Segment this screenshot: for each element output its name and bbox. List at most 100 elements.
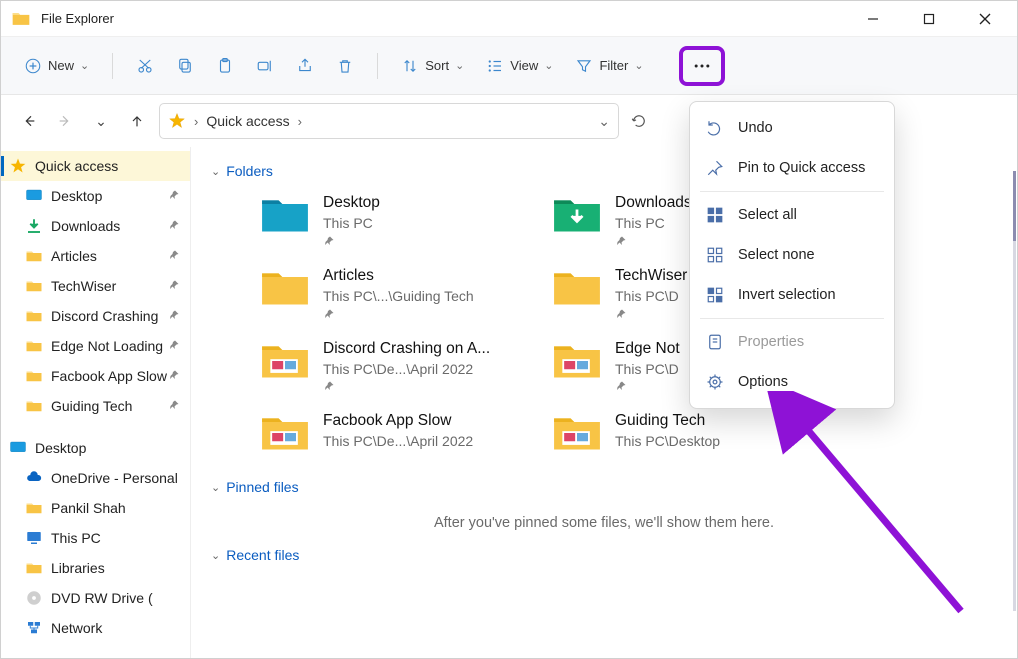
pin-icon [615, 308, 687, 323]
new-button[interactable]: New ⌄ [15, 47, 98, 85]
sidebar-item[interactable]: Facbook App Slow [1, 361, 190, 391]
chevron-down-icon: ⌄ [211, 549, 220, 562]
folder-item[interactable]: Discord Crashing on A...This PC\De...\Ap… [259, 339, 519, 396]
rename-icon [256, 57, 274, 75]
sidebar-item-label: Discord Crashing [51, 308, 158, 324]
sidebar-item-label: This PC [51, 530, 101, 546]
pinned-section-header[interactable]: ⌄ Pinned files [211, 479, 997, 495]
sidebar-item[interactable]: TechWiser [1, 271, 190, 301]
clipboard-icon [216, 57, 234, 75]
back-button[interactable] [15, 107, 43, 135]
filter-button[interactable]: Filter⌄ [566, 47, 652, 85]
sort-button[interactable]: Sort⌄ [392, 47, 473, 85]
sidebar-item[interactable]: DVD RW Drive ( [1, 583, 190, 613]
sidebar-item[interactable]: This PC [1, 523, 190, 553]
sidebar-item-label: Desktop [51, 188, 102, 204]
menu-item-label: Invert selection [738, 287, 836, 303]
sidebar-item-label: Guiding Tech [51, 398, 132, 414]
pin-icon [323, 380, 490, 395]
up-button[interactable] [123, 107, 151, 135]
folder-name: Desktop [323, 193, 380, 214]
maximize-button[interactable] [901, 1, 957, 37]
sidebar-item[interactable]: Discord Crashing [1, 301, 190, 331]
folder-path: This PC [323, 214, 380, 233]
menu-item-invert[interactable]: Invert selection [696, 275, 888, 315]
sidebar-item[interactable]: Pankil Shah [1, 493, 190, 523]
paste-button[interactable] [207, 47, 243, 85]
folder-item[interactable]: Facbook App SlowThis PC\De...\April 2022 [259, 411, 519, 455]
sidebar-item-label: Edge Not Loading [51, 338, 163, 354]
address-bar[interactable]: › Quick access › ⌄ [159, 103, 619, 139]
refresh-button[interactable] [625, 107, 653, 135]
menu-item-label: Options [738, 374, 788, 390]
sidebar-item-label: Downloads [51, 218, 120, 234]
pin-icon [706, 159, 724, 177]
menu-item-pin[interactable]: Pin to Quick access [696, 148, 888, 188]
sidebar-item[interactable]: Edge Not Loading [1, 331, 190, 361]
chevron-down-icon: ⌄ [211, 165, 220, 178]
folder-item[interactable]: ArticlesThis PC\...\Guiding Tech [259, 266, 519, 323]
close-button[interactable] [957, 1, 1013, 37]
menu-item-undo[interactable]: Undo [696, 108, 888, 148]
sidebar-item[interactable]: Desktop [1, 433, 190, 463]
sidebar-item-label: Network [51, 620, 102, 636]
menu-item-selectall[interactable]: Select all [696, 195, 888, 235]
pin-icon [168, 248, 180, 264]
sidebar-item[interactable]: OneDrive - Personal [1, 463, 190, 493]
folder-path: This PC\D [615, 287, 687, 306]
more-menu: Undo Pin to Quick access Select all Select … [689, 101, 895, 409]
menu-item-label: Undo [738, 120, 773, 136]
folder-name: Articles [323, 266, 474, 287]
folder-path: This PC\D [615, 360, 680, 379]
folder-name: Guiding Tech [615, 411, 720, 432]
folder-name: Edge Not [615, 339, 680, 360]
scrollbar[interactable] [1013, 171, 1016, 611]
sidebar-item[interactable]: Guiding Tech [1, 391, 190, 421]
menu-item-options[interactable]: Options [696, 362, 888, 402]
share-button[interactable] [287, 47, 323, 85]
pin-icon [168, 218, 180, 234]
address-segment[interactable]: Quick access [206, 113, 289, 129]
recent-section-header[interactable]: ⌄ Recent files [211, 547, 997, 563]
folder-name: Discord Crashing on A... [323, 339, 490, 360]
folder-item[interactable]: Guiding TechThis PC\Desktop [551, 411, 811, 455]
pin-icon [168, 368, 180, 384]
view-button[interactable]: View⌄ [477, 47, 562, 85]
sort-icon [401, 57, 419, 75]
trash-icon [336, 57, 354, 75]
pin-icon [615, 235, 692, 250]
copy-button[interactable] [167, 47, 203, 85]
more-button[interactable] [679, 46, 725, 86]
scissors-icon [136, 57, 154, 75]
folder-name: Facbook App Slow [323, 411, 473, 432]
share-icon [296, 57, 314, 75]
chevron-down-icon[interactable]: ⌄ [598, 113, 610, 130]
menu-item-selectnone[interactable]: Select none [696, 235, 888, 275]
menu-item-label: Select all [738, 207, 797, 223]
sidebar-item[interactable]: Desktop [1, 181, 190, 211]
forward-button[interactable] [51, 107, 79, 135]
menu-item-label: Select none [738, 247, 815, 263]
sidebar-item[interactable]: Articles [1, 241, 190, 271]
sidebar-item[interactable]: Quick access [1, 151, 190, 181]
minimize-button[interactable] [845, 1, 901, 37]
invert-icon [706, 286, 724, 304]
delete-button[interactable] [327, 47, 363, 85]
folder-path: This PC\Desktop [615, 432, 720, 451]
pin-icon [168, 308, 180, 324]
filter-icon [575, 57, 593, 75]
cut-button[interactable] [127, 47, 163, 85]
sidebar-item-label: Libraries [51, 560, 105, 576]
sidebar-item[interactable]: Downloads [1, 211, 190, 241]
folder-item[interactable]: DesktopThis PC [259, 193, 519, 250]
sidebar-item-label: Articles [51, 248, 97, 264]
sidebar-item[interactable]: Libraries [1, 553, 190, 583]
recent-locations-button[interactable]: ⌄ [87, 107, 115, 135]
rename-button[interactable] [247, 47, 283, 85]
pin-icon [323, 308, 474, 323]
menu-item-label: Properties [738, 334, 804, 350]
sidebar-item[interactable]: Network [1, 613, 190, 643]
pin-icon [168, 278, 180, 294]
undo-icon [706, 119, 724, 137]
folder-path: This PC [615, 214, 692, 233]
